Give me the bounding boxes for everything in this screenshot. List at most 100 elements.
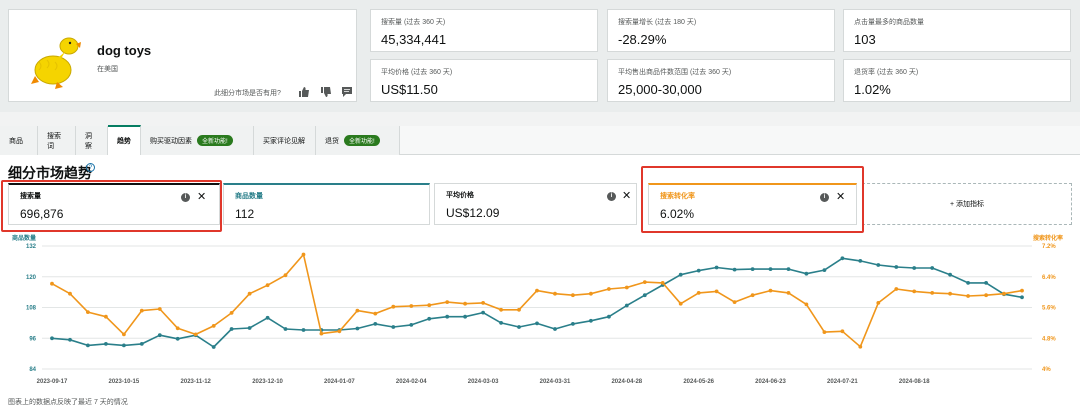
metric-top-clicked-products: 点击量最多的商品数量 103 — [843, 9, 1071, 52]
data-point — [876, 301, 881, 305]
metric-return-rate: 退货率 (过去 360 天) 1.02% — [843, 59, 1071, 102]
data-point — [481, 301, 485, 305]
tab-label: 购买驱动因素 — [150, 137, 192, 145]
x-tick-label: 2024-05-26 — [683, 379, 714, 385]
data-point — [930, 266, 935, 270]
trend-card-label: 商品数量 — [235, 193, 263, 200]
metric-search-growth: 搜索量增长 (过去 180 天) -28.29% — [607, 9, 835, 52]
data-point — [50, 336, 54, 341]
product-region: 在美国 — [97, 66, 118, 73]
metric-value: US$11.50 — [381, 82, 438, 97]
data-point — [355, 308, 360, 313]
header-region: dog toys 在美国 此细分市场是否有用? 搜索量 (过去 360 天) 4… — [0, 0, 1080, 112]
data-point — [337, 329, 342, 334]
data-point — [876, 263, 881, 267]
data-point — [966, 294, 970, 298]
data-point — [642, 293, 647, 298]
data-point — [948, 291, 952, 296]
data-point — [193, 332, 198, 337]
data-point — [858, 344, 863, 349]
data-point — [535, 321, 539, 326]
data-point — [157, 333, 162, 338]
data-point — [247, 291, 252, 296]
data-point — [157, 307, 162, 311]
data-point — [229, 327, 234, 331]
data-point — [894, 287, 899, 291]
left-tick-label: 84 — [29, 367, 36, 373]
x-tick-label: 2024-03-31 — [540, 379, 571, 385]
data-point — [894, 265, 899, 269]
trend-card-product-count[interactable]: 商品数量 112 — [223, 183, 430, 225]
data-point — [678, 301, 683, 306]
tab-trends[interactable]: 趋势 — [108, 125, 141, 155]
data-point — [427, 303, 432, 308]
data-point — [840, 329, 845, 334]
data-point — [122, 343, 126, 348]
data-point — [624, 303, 629, 308]
chart-footnote: 图表上的数据点反映了最近 7 天的情况 — [8, 399, 128, 406]
data-point — [445, 314, 450, 319]
x-tick-label: 2024-02-04 — [396, 379, 427, 385]
data-point — [68, 291, 72, 296]
data-point — [714, 265, 719, 270]
data-point — [247, 326, 252, 330]
product-image-duck-toy — [31, 37, 81, 89]
x-tick-label: 2024-06-23 — [755, 379, 786, 385]
x-tick-label: 2024-04-28 — [611, 379, 642, 385]
close-icon[interactable]: ✕ — [622, 189, 631, 202]
left-tick-label: 120 — [26, 275, 37, 281]
data-point — [517, 325, 521, 329]
data-point — [409, 304, 414, 308]
data-point — [696, 291, 701, 295]
data-point — [68, 337, 72, 342]
data-point — [104, 314, 108, 319]
x-tick-label: 2023-10-15 — [109, 379, 140, 385]
trend-card-avg-price[interactable]: 平均价格 US$12.09 i ✕ — [434, 183, 637, 225]
data-point — [768, 288, 773, 293]
data-point — [139, 308, 144, 313]
metric-label: 退货率 (过去 360 天) — [854, 69, 919, 76]
data-point — [1002, 291, 1006, 296]
metric-units-sold: 平均售出商品件数范围 (过去 360 天) 25,000-30,000 — [607, 59, 835, 102]
data-point — [678, 272, 683, 277]
data-point — [589, 291, 593, 296]
data-point — [696, 268, 701, 273]
tab-products[interactable]: 商品 — [0, 126, 38, 155]
data-point — [86, 343, 90, 348]
right-tick-label: 7.2% — [1042, 244, 1056, 250]
data-point — [589, 318, 593, 323]
tab-returns[interactable]: 退货 全新功能! — [316, 126, 400, 155]
data-point — [86, 310, 90, 314]
x-tick-label: 2023-09-17 — [37, 379, 68, 385]
data-point — [571, 293, 575, 298]
thumbs-up-icon[interactable] — [298, 86, 310, 98]
data-point — [139, 342, 144, 346]
data-point — [301, 252, 306, 257]
data-point — [104, 342, 108, 346]
data-point — [750, 267, 755, 271]
add-metric-button[interactable]: + 添加指标 — [862, 183, 1072, 225]
left-tick-label: 96 — [29, 336, 36, 342]
data-point — [409, 323, 414, 327]
tab-search-terms[interactable]: 搜索词 — [38, 126, 76, 155]
data-point — [660, 281, 665, 285]
metric-label: 平均价格 (过去 360 天) — [381, 69, 453, 76]
data-point — [822, 330, 827, 334]
help-icon[interactable]: ? — [86, 163, 95, 172]
tab-insights[interactable]: 洞察 — [76, 126, 108, 155]
data-point — [391, 325, 396, 329]
data-point — [750, 293, 755, 298]
data-point — [122, 332, 126, 337]
tab-customer-reviews[interactable]: 买家评论见解 — [254, 126, 316, 155]
tab-purchase-drivers[interactable]: 购买驱动因素 全新功能! — [141, 126, 254, 155]
metric-value: 45,334,441 — [381, 32, 447, 47]
product-title: dog toys — [97, 43, 152, 58]
data-point — [499, 307, 503, 312]
feedback-question: 此细分市场是否有用? — [214, 90, 281, 97]
data-point — [786, 267, 791, 271]
data-point — [553, 291, 557, 296]
thumbs-down-icon[interactable] — [320, 86, 332, 98]
comment-icon[interactable] — [341, 86, 353, 98]
info-icon[interactable]: i — [607, 192, 616, 201]
data-point — [481, 310, 485, 315]
